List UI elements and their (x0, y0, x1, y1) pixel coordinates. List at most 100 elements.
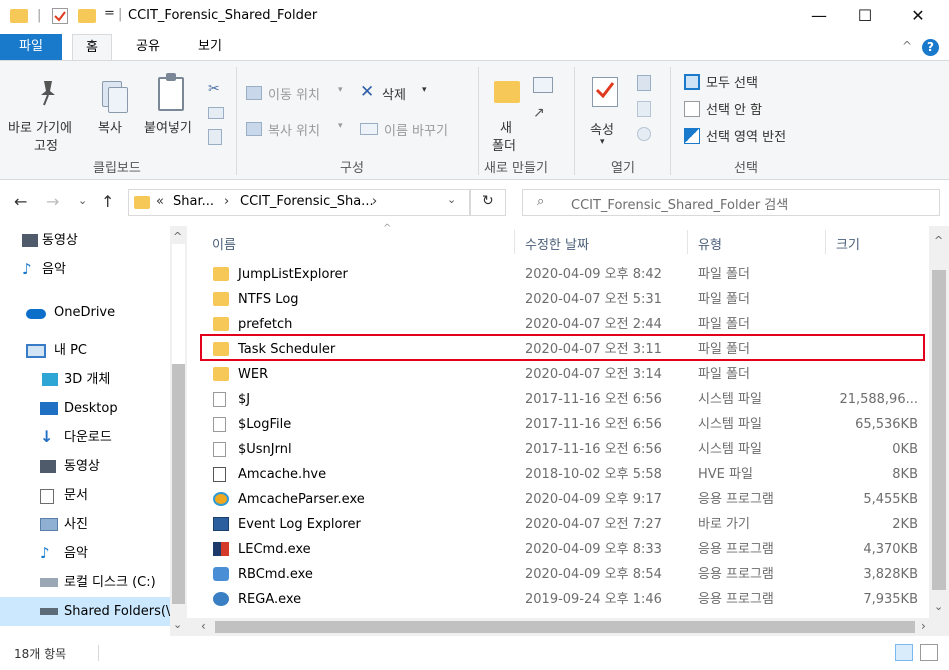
copy-to-button[interactable]: 복사 위치 ▾ (246, 119, 346, 141)
nav-scrollbar[interactable]: ^ ⌄ (170, 226, 187, 636)
scroll-right-icon[interactable]: › (921, 619, 926, 633)
file-size: 0KB (892, 442, 918, 457)
new-folder-button[interactable]: 새 폴더 (486, 65, 526, 154)
move-to-icon (246, 86, 262, 100)
scroll-down-icon[interactable]: ⌄ (934, 600, 943, 613)
file-size: 4,370KB (863, 542, 918, 557)
tab-home[interactable]: 홈 (72, 34, 112, 61)
breadcrumb-chevron-icon[interactable]: › (372, 194, 377, 209)
nav-item-downloads[interactable]: ↓ 다운로드 (0, 423, 172, 452)
invert-selection-button[interactable]: 선택 영역 반전 (682, 125, 812, 147)
open-icon[interactable] (637, 75, 651, 91)
list-item[interactable]: WER 2020-04-07 오전 3:14 파일 폴더 (187, 362, 927, 387)
copy-button[interactable]: 복사 (94, 65, 134, 153)
edit-icon[interactable] (637, 101, 651, 117)
easy-access-icon[interactable]: ↗ (533, 105, 551, 121)
tab-share[interactable]: 공유 (128, 34, 168, 60)
list-item[interactable]: $LogFile 2017-11-16 오전 6:56 시스템 파일 65,53… (187, 412, 927, 437)
up-arrow-icon[interactable]: ↑ (101, 192, 114, 211)
nav-item-label: 로컬 디스크 (C:) (64, 575, 156, 590)
list-hscroll-thumb[interactable] (215, 621, 915, 633)
list-item[interactable]: AmcacheParser.exe 2020-04-09 오후 9:17 응용 … (187, 487, 927, 512)
nav-item-this-pc[interactable]: 내 PC (0, 336, 172, 365)
list-scroll-thumb[interactable] (932, 270, 946, 590)
nav-item-local-disk[interactable]: 로컬 디스크 (C:) (0, 568, 172, 597)
select-none-button[interactable]: 선택 안 함 (682, 98, 802, 120)
nav-item-label: 3D 개체 (64, 372, 111, 387)
tab-file[interactable]: 파일 (0, 34, 62, 60)
breadcrumb-chevron-icon[interactable]: › (224, 194, 229, 209)
pin-label-1: 바로 가기에 (8, 121, 72, 136)
refresh-button[interactable]: ↻ (470, 189, 506, 216)
back-arrow-icon[interactable]: ← (14, 192, 27, 211)
column-header-date[interactable]: 수정한 날짜 (525, 234, 589, 253)
pin-to-quick-access-button[interactable]: 바로 가기에 고정 (8, 65, 88, 154)
address-dropdown-icon[interactable]: ⌄ (447, 193, 456, 206)
list-horizontal-scrollbar[interactable]: ‹ › (187, 618, 949, 636)
new-folder-quick-icon[interactable] (78, 9, 96, 23)
tab-view[interactable]: 보기 (190, 34, 230, 60)
quick-access-dropdown[interactable]: = (104, 6, 115, 21)
properties-quick-icon[interactable] (52, 8, 68, 24)
file-date: 2020-04-07 오전 5:31 (525, 292, 662, 307)
nav-scroll-thumb[interactable] (172, 364, 185, 604)
scroll-up-icon[interactable]: ^ (934, 234, 943, 247)
maximize-button[interactable]: ☐ (842, 0, 888, 34)
nav-item-pictures[interactable]: 사진 (0, 510, 172, 539)
select-all-button[interactable]: 모두 선택 (682, 71, 802, 93)
nav-item-desktop[interactable]: Desktop (0, 394, 172, 423)
column-header-name[interactable]: 이름 (212, 234, 236, 253)
file-name: WER (238, 367, 269, 382)
nav-item-onedrive[interactable]: OneDrive (0, 298, 172, 327)
list-item[interactable]: RBCmd.exe 2020-04-09 오후 8:54 응용 프로그램 3,8… (187, 562, 927, 587)
search-input[interactable]: ⌕ CCIT_Forensic_Shared_Folder 검색 (522, 189, 940, 216)
list-item[interactable]: LECmd.exe 2020-04-09 오후 8:33 응용 프로그램 4,3… (187, 537, 927, 562)
paste-button[interactable]: 붙여넣기 (142, 65, 202, 153)
history-icon[interactable] (637, 127, 651, 141)
nav-item-videos[interactable]: 동영상 (0, 226, 172, 255)
minimize-button[interactable]: — (796, 0, 842, 34)
recent-locations-chevron-icon[interactable]: ⌄ (78, 194, 87, 207)
nav-item-3d-objects[interactable]: 3D 개체 (0, 365, 172, 394)
details-view-icon[interactable] (895, 644, 913, 661)
delete-button[interactable]: ✕ 삭제 ▾ (358, 82, 432, 105)
list-item[interactable]: REGA.exe 2019-09-24 오후 1:46 응용 프로그램 7,93… (187, 587, 927, 612)
collapse-ribbon-icon[interactable]: ^ (902, 39, 912, 53)
forward-arrow-icon[interactable]: → (46, 192, 59, 211)
list-item[interactable]: Amcache.hve 2018-10-02 오후 5:58 HVE 파일 8K… (187, 462, 927, 487)
list-item[interactable]: $J 2017-11-16 오전 6:56 시스템 파일 21,588,96..… (187, 387, 927, 412)
large-icons-view-icon[interactable] (920, 644, 938, 661)
column-header-type[interactable]: 유형 (698, 234, 722, 253)
list-item[interactable]: $UsnJrnl 2017-11-16 오전 6:56 시스템 파일 0KB (187, 437, 927, 462)
close-button[interactable]: ✕ (895, 0, 941, 34)
paste-shortcut-icon[interactable] (208, 129, 222, 145)
documents-icon (40, 489, 54, 504)
nav-item-label: 음악 (42, 262, 66, 277)
breadcrumb-segment[interactable]: Shar... (173, 194, 214, 209)
nav-item-videos-pc[interactable]: 동영상 (0, 452, 172, 481)
file-date: 2017-11-16 오전 6:56 (525, 417, 662, 432)
nav-item-music-pc[interactable]: ♪ 음악 (0, 539, 172, 568)
path-overflow-icon[interactable]: « (156, 194, 164, 209)
nav-item-shared-folders[interactable]: Shared Folders(\\ (0, 597, 172, 626)
column-header-size[interactable]: 크기 (836, 234, 860, 253)
scroll-down-icon[interactable]: ⌄ (173, 618, 182, 631)
scroll-up-icon[interactable]: ^ (173, 230, 182, 243)
list-item[interactable]: JumpListExplorer 2020-04-09 오후 8:42 파일 폴… (187, 262, 927, 287)
help-icon[interactable]: ? (922, 39, 939, 56)
move-to-button[interactable]: 이동 위치 ▾ (246, 83, 346, 105)
cut-icon[interactable]: ✂ (208, 81, 224, 97)
list-item[interactable]: Event Log Explorer 2020-04-07 오전 7:27 바로… (187, 512, 927, 537)
rename-button[interactable]: 이름 바꾸기 (358, 119, 468, 141)
scroll-left-icon[interactable]: ‹ (201, 619, 206, 633)
properties-button[interactable]: 속성 ▾ (582, 65, 628, 153)
address-field[interactable]: « Shar... › CCIT_Forensic_Sha... › ⌄ (128, 189, 470, 216)
breadcrumb-segment[interactable]: CCIT_Forensic_Sha... (240, 194, 374, 209)
list-item[interactable]: NTFS Log 2020-04-07 오전 5:31 파일 폴더 (187, 287, 927, 312)
nav-item-music[interactable]: ♪ 음악 (0, 255, 172, 284)
new-item-icon[interactable] (533, 77, 553, 93)
move-to-label: 이동 위치 (268, 88, 320, 103)
list-vertical-scrollbar[interactable]: ^ ⌄ (929, 226, 949, 618)
nav-item-documents[interactable]: 문서 (0, 481, 172, 510)
copy-path-icon[interactable] (208, 107, 224, 119)
